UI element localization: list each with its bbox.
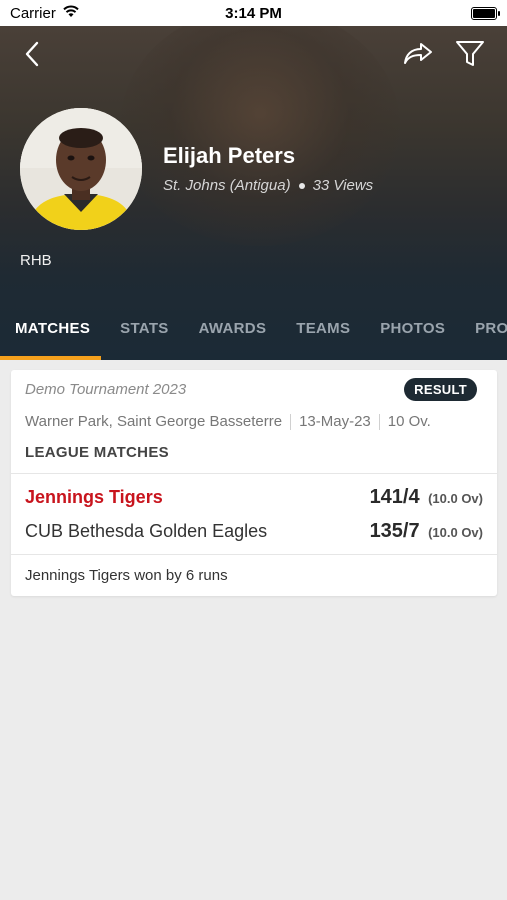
- divider: [290, 413, 292, 430]
- player-views: 33 Views: [312, 177, 374, 194]
- team2-score-group: 135/7 (10.0 Ov): [370, 520, 483, 543]
- team1-score-group: 141/4 (10.0 Ov): [370, 486, 483, 509]
- divider: [11, 554, 497, 555]
- match-card[interactable]: Demo Tournament 2023 RESULT Warner Park,…: [11, 370, 497, 596]
- battery-icon: [471, 6, 500, 20]
- share-arrow-icon: [404, 43, 432, 64]
- avatar[interactable]: [20, 108, 142, 230]
- back-button[interactable]: [14, 36, 50, 72]
- tab-stats[interactable]: STATS: [105, 308, 183, 360]
- tournament-name: Demo Tournament 2023: [25, 381, 187, 398]
- player-role: RHB: [20, 252, 52, 269]
- carrier-label: Carrier: [10, 4, 56, 22]
- team-row-1: Jennings Tigers 141/4 (10.0 Ov): [25, 486, 483, 509]
- team1-overs: (10.0 Ov): [428, 491, 483, 506]
- match-type: LEAGUE MATCHES: [25, 444, 169, 461]
- tab-awards[interactable]: AWARDS: [184, 308, 282, 360]
- profile-tabs: MATCHES STATS AWARDS TEAMS PHOTOS PROFIL…: [0, 308, 507, 360]
- status-left: Carrier: [10, 4, 80, 22]
- team2-name: CUB Bethesda Golden Eagles: [25, 521, 268, 541]
- wifi-icon: [62, 4, 80, 22]
- match-overs-format: 10 Ov.: [387, 413, 431, 430]
- team1-name: Jennings Tigers: [25, 487, 163, 507]
- player-meta: St. Johns (Antigua) 33 Views: [163, 177, 373, 194]
- player-location: St. Johns (Antigua): [163, 177, 291, 194]
- match-details: Warner Park, Saint George Basseterre 13-…: [25, 413, 431, 430]
- player-name: Elijah Peters: [163, 143, 296, 168]
- share-button[interactable]: [400, 36, 436, 72]
- team2-overs: (10.0 Ov): [428, 525, 483, 540]
- tab-matches[interactable]: MATCHES: [0, 308, 105, 360]
- top-toolbar: [0, 36, 507, 76]
- divider: [11, 473, 497, 474]
- chevron-left-icon: [25, 41, 39, 67]
- team1-score: 141/4: [369, 486, 420, 508]
- active-tab-indicator: [0, 356, 101, 360]
- filter-button[interactable]: [452, 36, 488, 72]
- status-bar: Carrier 3:14 PM: [0, 0, 507, 26]
- filter-funnel-icon: [456, 41, 484, 66]
- team2-score: 135/7: [369, 520, 420, 542]
- tab-profile[interactable]: PROFILE: [460, 308, 507, 360]
- tab-teams[interactable]: TEAMS: [281, 308, 365, 360]
- team-row-2: CUB Bethesda Golden Eagles 135/7 (10.0 O…: [25, 520, 483, 543]
- divider: [378, 413, 380, 430]
- status-badge: RESULT: [404, 378, 477, 401]
- match-result: Jennings Tigers won by 6 runs: [25, 567, 228, 584]
- tab-photos[interactable]: PHOTOS: [365, 308, 460, 360]
- player-photo: [20, 108, 142, 230]
- profile-header: Elijah Peters St. Johns (Antigua) 33 Vie…: [0, 26, 507, 360]
- match-venue: Warner Park, Saint George Basseterre: [25, 413, 283, 430]
- separator-dot: [298, 182, 305, 189]
- match-date: 13-May-23: [299, 413, 371, 430]
